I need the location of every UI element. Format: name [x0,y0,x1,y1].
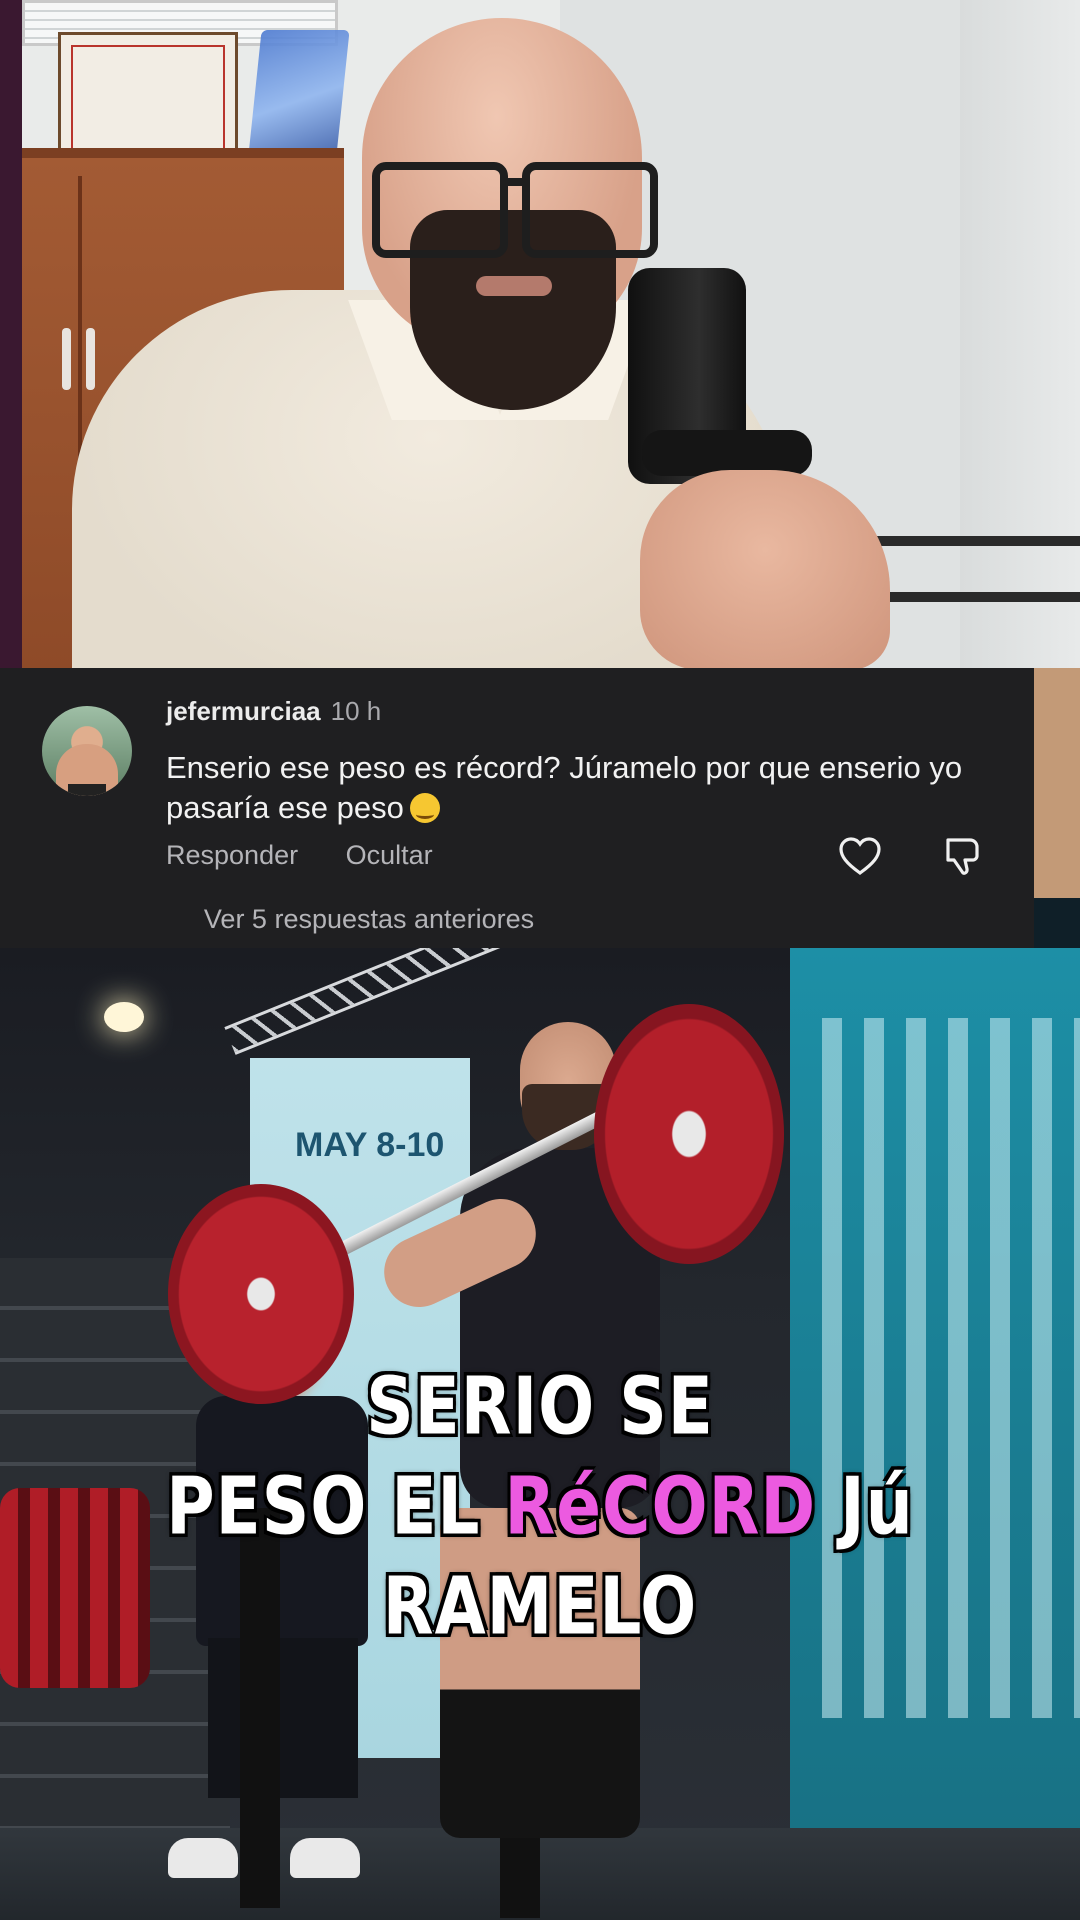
ceiling-light [104,1002,144,1032]
diploma-frame [58,32,238,166]
comment-body: Enserio ese peso es récord? Júramelo por… [166,750,963,825]
comment-text: Enserio ese peso es récord? Júramelo por… [166,748,986,828]
emoji-icon [409,793,440,823]
comment-card: jefermurciaa 10 h Enserio ese peso es réc… [0,668,1034,948]
banner-date: MAY 8-10 [295,1126,445,1164]
top-video-frame [0,0,1080,668]
view-previous-replies[interactable]: Ver 5 respuestas anteriores [0,904,886,935]
dislike-icon[interactable] [940,834,984,878]
caption-text: PESO EL [166,1460,505,1553]
comment-username[interactable]: jefermurciaa [166,696,321,726]
heart-icon[interactable] [838,836,882,876]
hide-button[interactable]: Ocultar [346,840,433,870]
weight-plate-right [594,1004,784,1264]
caption-line-2: PESO EL RéCORD Jú [0,1460,1080,1552]
person-hand [640,470,890,668]
background-wall [960,0,1080,668]
comment-header: jefermurciaa 10 h [166,696,381,727]
avatar[interactable] [42,706,132,796]
comment-actions: Responder Ocultar [166,840,473,871]
glasses [372,162,508,258]
caption-highlight: RéCORD [504,1460,817,1553]
trophy [248,30,350,156]
caption-text: Jú [816,1460,914,1553]
reply-button[interactable]: Responder [166,840,298,870]
caption-line-1: SERIO SE [366,1360,714,1453]
floor [0,1828,1080,1920]
comment-time: 10 h [330,696,382,726]
caption-line-3: RAMELO [382,1560,698,1653]
